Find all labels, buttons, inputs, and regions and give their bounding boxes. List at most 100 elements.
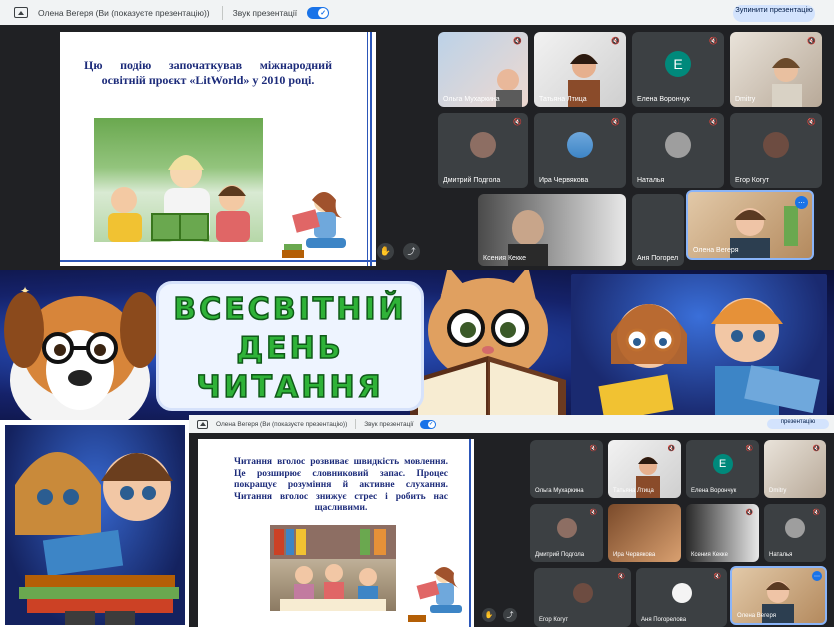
- slide-border-right-2: [367, 32, 368, 266]
- participant-name: Ира Червякова: [539, 177, 589, 184]
- participant-name: Ксения Кекке: [483, 255, 527, 262]
- banner-title-line-3: ЧИТАННЯ: [196, 369, 384, 406]
- reading-family-illustration: [108, 155, 250, 242]
- participant-name: Елена Ворончук: [637, 96, 690, 103]
- participant-name: Ира Червякова: [613, 552, 656, 558]
- presenter-label: Олена Вегеря (Ви (показуєте презентацію)…: [38, 7, 210, 18]
- stickers-button[interactable]: ✋: [377, 243, 394, 260]
- participant-tile[interactable]: Ксения Кекке: [478, 194, 626, 266]
- participant-name: Dmitry: [735, 96, 756, 103]
- participant-name: Ольга Мухаркина: [535, 488, 584, 494]
- presentation-audio-toggle[interactable]: ✓: [307, 6, 330, 19]
- mic-muted-icon: 🔇: [617, 574, 625, 580]
- mic-muted-icon: 🔇: [745, 510, 753, 516]
- stickers-button[interactable]: ✋: [482, 608, 496, 622]
- participant-tile[interactable]: 🔇 Дмитрий Подгола: [530, 504, 603, 562]
- more-options-button[interactable]: ⋯: [795, 196, 808, 209]
- participant-name: Татьяна Лтица: [613, 488, 654, 494]
- hand-icon: ✋: [484, 612, 494, 619]
- presentation-audio-label: Звук презентації: [364, 420, 414, 428]
- participant-avatar: E: [712, 454, 733, 475]
- participant-avatar: [572, 582, 593, 603]
- mic-muted-icon: 🔇: [812, 446, 820, 452]
- participant-tile[interactable]: E 🔇 Елена Ворончук: [632, 32, 724, 107]
- mic-muted-icon: 🔇: [513, 38, 522, 45]
- mic-muted-icon: 🔇: [611, 119, 620, 126]
- share-button[interactable]: ⤴: [403, 243, 420, 260]
- participant-tile[interactable]: 🔇 Татьяна Лтица: [608, 440, 681, 498]
- participant-avatar: [567, 131, 593, 158]
- participant-avatar: [556, 518, 577, 539]
- slide-text: Читання вголос розвиває швидкість мовлен…: [234, 457, 448, 513]
- mic-muted-icon: 🔇: [667, 446, 675, 452]
- participant-tile-self[interactable]: ⋯ Олена Вегеря: [686, 190, 814, 260]
- participant-tile[interactable]: Аня Погорел: [632, 194, 684, 266]
- meet-window-bottom: Олена Вегеря (Ви (показуєте презентацію)…: [189, 415, 834, 627]
- participant-name: Татьяна Лтица: [539, 96, 587, 103]
- more-options-button[interactable]: ⋯: [812, 571, 822, 581]
- share-icon: ⤴: [407, 247, 416, 256]
- participant-tile[interactable]: Ира Червякова: [608, 504, 681, 562]
- participant-name: Наталья: [769, 552, 793, 558]
- hand-icon: ✋: [379, 246, 392, 256]
- participant-tile[interactable]: 🔇 Дмитрий Подгола: [438, 113, 528, 188]
- participant-name: Дмитрий Подгола: [443, 177, 501, 184]
- mic-muted-icon: 🔇: [807, 38, 816, 45]
- participant-tile[interactable]: 🔇 Dmitry: [764, 440, 826, 498]
- mic-muted-icon: 🔇: [713, 574, 721, 580]
- presentation-bar: Олена Вегеря (Ви (показуєте презентацію)…: [189, 415, 834, 433]
- kids-reading-illustration-left: [5, 425, 185, 625]
- participant-tile[interactable]: 🔇 Аня Погорелова: [636, 568, 727, 627]
- participant-name: Егор Когут: [539, 617, 569, 623]
- kids-reading-illustration-right: [571, 274, 827, 416]
- participant-avatar: [470, 131, 496, 158]
- participant-tile[interactable]: 🔇 Татьяна Лтица: [534, 32, 626, 107]
- cat-reading-book-illustration: [410, 270, 566, 420]
- mic-muted-icon: 🔇: [745, 446, 753, 452]
- participant-avatar: [763, 131, 789, 158]
- participant-tile[interactable]: E 🔇 Елена Ворончук: [686, 440, 759, 498]
- participant-name: Дмитрий Подгола: [535, 552, 585, 558]
- participant-tile[interactable]: 🔇 Ольга Мухаркина: [530, 440, 603, 498]
- participant-avatar: [671, 582, 692, 603]
- participant-tile[interactable]: 🔇 Ксения Кекке: [686, 504, 759, 562]
- presentation-audio-toggle[interactable]: ✓: [419, 419, 436, 429]
- mic-muted-icon: 🔇: [807, 119, 816, 126]
- share-button[interactable]: ⤴: [503, 608, 517, 622]
- participant-avatar: [665, 131, 691, 158]
- slide-photo-kids-in-library: [270, 525, 396, 611]
- participant-tile[interactable]: 🔇 Наталья: [632, 113, 724, 188]
- girl-reading-clipart: [282, 192, 346, 258]
- check-icon: ✓: [318, 7, 329, 18]
- banner-title-line-1: ВСЕСВІТНІЙ: [173, 291, 407, 328]
- participant-tile[interactable]: 🔇 Ольга Мухаркина: [438, 32, 528, 107]
- boy-and-girl-reading-illustration: [598, 298, 820, 416]
- mic-muted-icon: 🔇: [812, 510, 820, 516]
- participant-tile[interactable]: 🔇 Ира Червякова: [534, 113, 626, 188]
- banner-title-line-2: ДЕНЬ: [236, 330, 344, 367]
- divider: [355, 419, 357, 429]
- slide-border-right: [370, 32, 372, 266]
- stop-presenting-button[interactable]: презентацію: [767, 419, 829, 429]
- mic-muted-icon: 🔇: [709, 38, 718, 45]
- participant-name: Ольга Мухаркина: [443, 96, 500, 103]
- participant-tile[interactable]: 🔇 Наталья: [764, 504, 826, 562]
- participant-name: Олена Вегеря: [693, 247, 739, 254]
- mic-muted-icon: 🔇: [589, 510, 597, 516]
- participant-tile[interactable]: 🔇 Егор Когут: [730, 113, 822, 188]
- mic-muted-icon: 🔇: [513, 119, 522, 126]
- mic-muted-icon: 🔇: [709, 119, 718, 126]
- presentation-bar: Олена Вегеря (Ви (показуєте презентацію)…: [0, 0, 834, 25]
- banner-title-box: ВСЕСВІТНІЙ ДЕНЬ ЧИТАННЯ: [156, 281, 424, 411]
- participant-tile[interactable]: 🔇 Егор Когут: [534, 568, 631, 627]
- check-icon: ✓: [427, 420, 435, 428]
- meet-window-top: Олена Вегеря (Ви (показуєте презентацію)…: [0, 0, 834, 270]
- participant-avatar: [785, 518, 805, 539]
- present-screen-icon: [197, 419, 208, 429]
- participant-avatar: E: [665, 50, 691, 77]
- participant-tile[interactable]: 🔇 Dmitry: [730, 32, 822, 107]
- stop-presenting-button[interactable]: Зупинити презентацію: [733, 5, 815, 22]
- participant-name: Олена Вегеря: [737, 613, 777, 619]
- participant-tile-self[interactable]: ⋯ Олена Вегеря: [730, 566, 827, 625]
- presentation-slide: Цю подію започаткував міжнародний освітн…: [60, 32, 376, 266]
